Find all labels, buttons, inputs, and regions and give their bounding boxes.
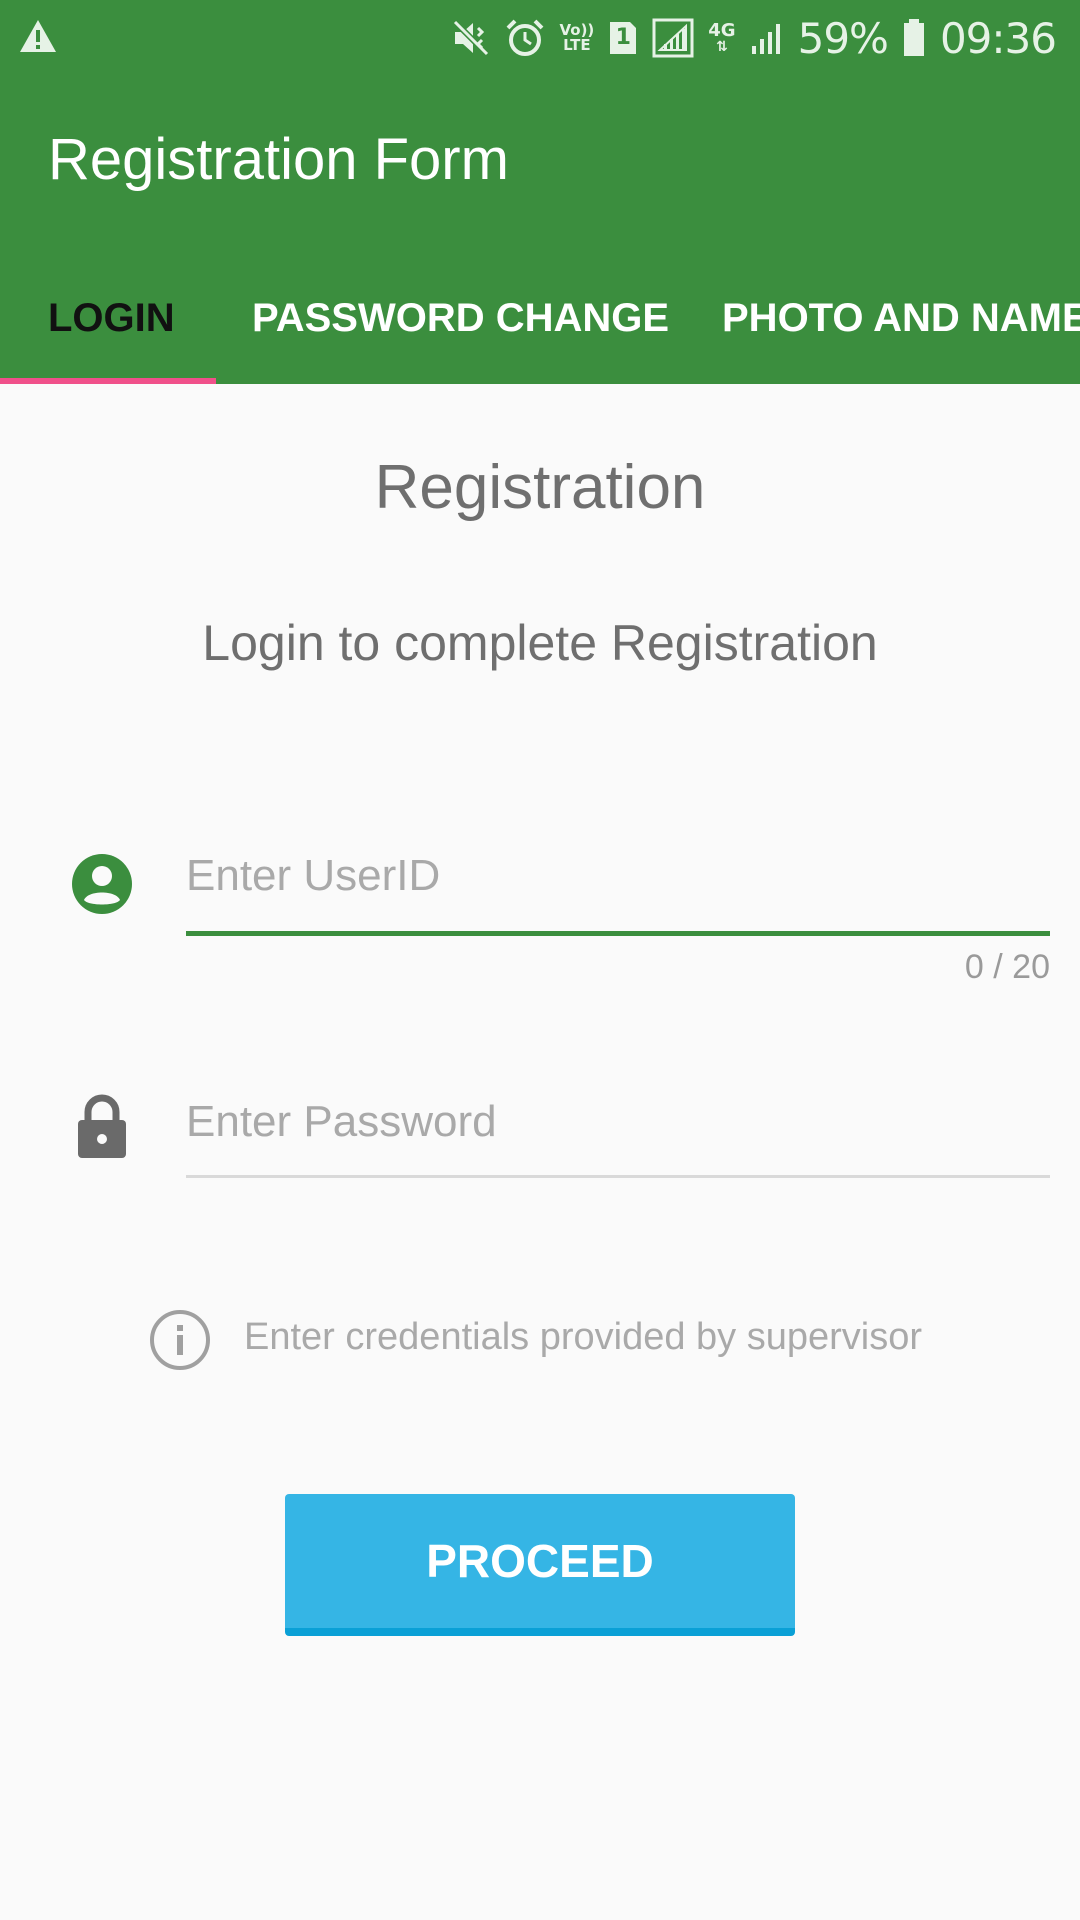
mute-icon [451,18,491,58]
password-underline [186,1175,1050,1178]
warning-icon [18,18,58,59]
tab-photo-and-name[interactable]: PHOTO AND NAME [722,250,1080,384]
battery-icon [902,18,926,58]
clock: 09:36 [939,13,1057,63]
signal-icon [652,18,694,58]
account-circle-icon [70,852,134,921]
data-4g-icon: 4G ⇅ [708,19,736,55]
tab-password-change[interactable]: PASSWORD CHANGE [252,250,669,384]
tab-indicator [0,378,216,384]
signal-icon [750,20,784,56]
userid-input[interactable] [186,836,1050,916]
volte-icon: Vo)) LTE [559,21,595,54]
userid-underline [186,931,1050,936]
sim-icon: 1 [608,20,638,56]
tab-login[interactable]: LOGIN [48,250,175,384]
page-heading: Registration [374,453,706,522]
battery-percent: 59% [797,13,889,63]
status-bar: Vo)) LTE 1 4G ⇅ 59% 09:36 [0,0,1080,76]
password-input[interactable] [186,1082,1050,1162]
page-subheading: Login to complete Registration [202,615,878,671]
info-icon [148,1308,212,1377]
tab-bar: LOGIN PASSWORD CHANGE PHOTO AND NAME [0,250,1080,384]
proceed-button[interactable]: PROCEED [285,1494,795,1636]
app-title: Registration Form [48,127,509,192]
app-bar: Registration Form LOGIN PASSWORD CHANGE … [0,76,1080,384]
userid-char-counter: 0 / 20 [964,948,1050,986]
credentials-hint: Enter credentials provided by supervisor [244,1316,923,1358]
alarm-icon [505,18,545,58]
lock-icon [76,1094,128,1165]
